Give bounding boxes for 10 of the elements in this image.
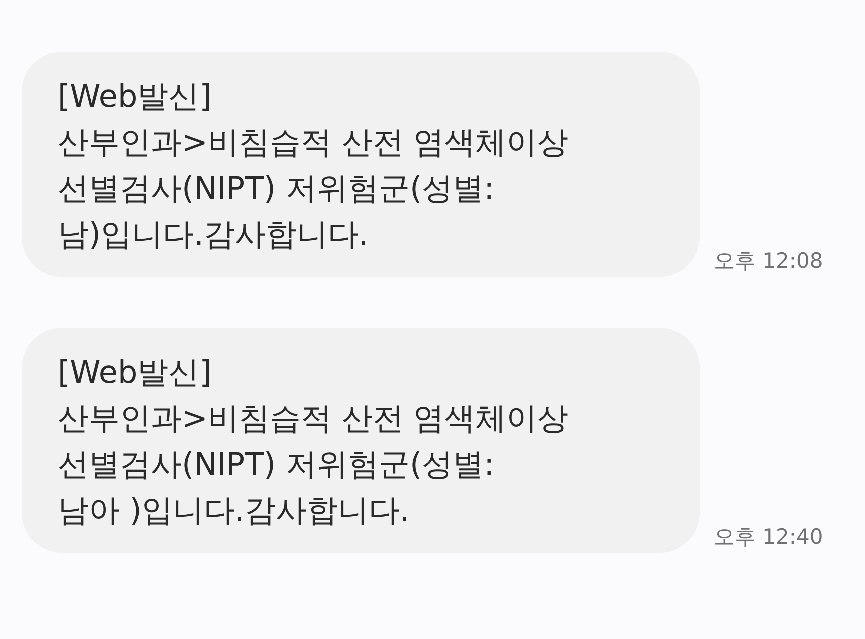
message-line: [Web발신] [58,78,213,117]
message-time: 오후 12:08 [714,248,824,275]
message-line: 산부인과>비침습적 산전 염색체이상 [58,124,570,163]
message-line: 선별검사(NIPT) 저위험군(성별: [58,446,496,485]
message-line: 산부인과>비침습적 산전 염색체이상 [58,400,570,439]
message-time: 오후 12:40 [714,524,824,551]
message-line: 남)입니다.감사합니다. [58,216,370,255]
message-line: 남아 )입니다.감사합니다. [58,492,411,531]
message-line: [Web발신] [58,354,213,393]
message-line: 선별검사(NIPT) 저위험군(성별: [58,170,496,209]
